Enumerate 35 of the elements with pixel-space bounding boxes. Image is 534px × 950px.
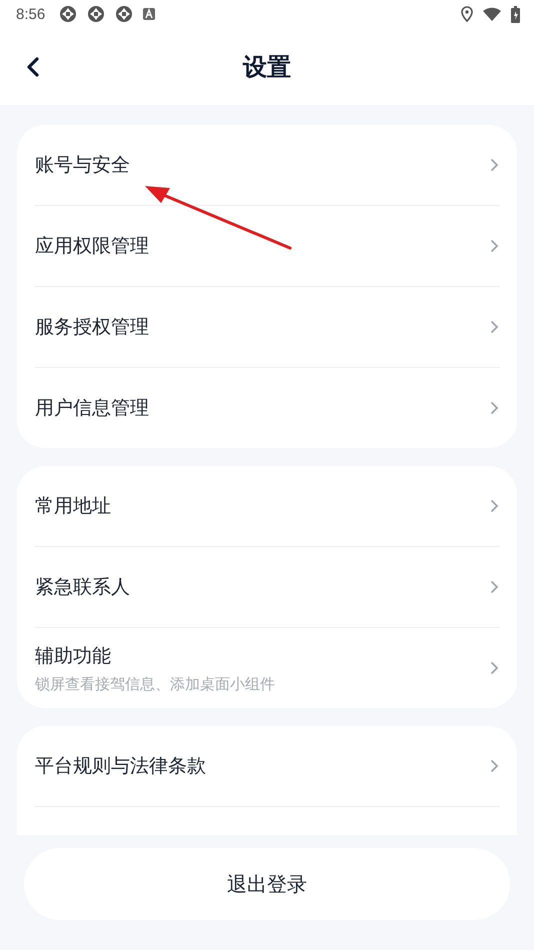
logout-button[interactable]: 退出登录	[24, 848, 510, 920]
item-label: 用户信息管理	[35, 396, 150, 421]
settings-item[interactable]: 紧急联系人	[17, 547, 517, 627]
chevron-right-icon	[490, 401, 499, 415]
item-label: 平台规则与法律条款	[35, 754, 207, 779]
battery-icon	[511, 6, 520, 22]
aperture-icon	[59, 5, 78, 23]
app-notification-icon	[143, 8, 156, 20]
item-label: 辅助功能	[35, 644, 112, 668]
page-title: 设置	[243, 52, 291, 82]
location-icon	[461, 6, 473, 22]
chevron-right-icon	[490, 320, 499, 334]
chevron-right-icon	[490, 661, 499, 675]
settings-item[interactable]: 辅助功能 锁屏查看接驾信息、添加桌面小组件	[17, 628, 517, 708]
chevron-right-icon	[490, 158, 499, 172]
settings-item[interactable]: 用户信息管理	[17, 368, 517, 448]
item-label: 应用权限管理	[35, 234, 150, 259]
settings-item[interactable]: 应用权限管理	[17, 206, 517, 286]
item-label: 账号与安全	[35, 153, 131, 178]
chevron-right-icon	[490, 499, 499, 513]
item-description: 锁屏查看接驾信息、添加桌面小组件	[35, 674, 276, 694]
item-label: 紧急联系人	[35, 575, 131, 600]
chevron-right-icon	[490, 759, 499, 773]
settings-item[interactable]: 账号与安全	[17, 125, 517, 205]
aperture-icon	[115, 5, 134, 23]
item-label: 常用地址	[35, 494, 112, 519]
chevron-right-icon	[490, 239, 499, 253]
settings-item[interactable]: 服务授权管理	[17, 287, 517, 367]
wifi-icon	[483, 7, 501, 21]
status-time: 8:56	[16, 6, 46, 22]
settings-item[interactable]: 常用地址	[17, 466, 517, 546]
item-label: 服务授权管理	[35, 315, 150, 340]
aperture-icon	[87, 5, 106, 23]
chevron-right-icon	[490, 580, 499, 594]
settings-item[interactable]: 平台规则与法律条款	[17, 726, 517, 806]
